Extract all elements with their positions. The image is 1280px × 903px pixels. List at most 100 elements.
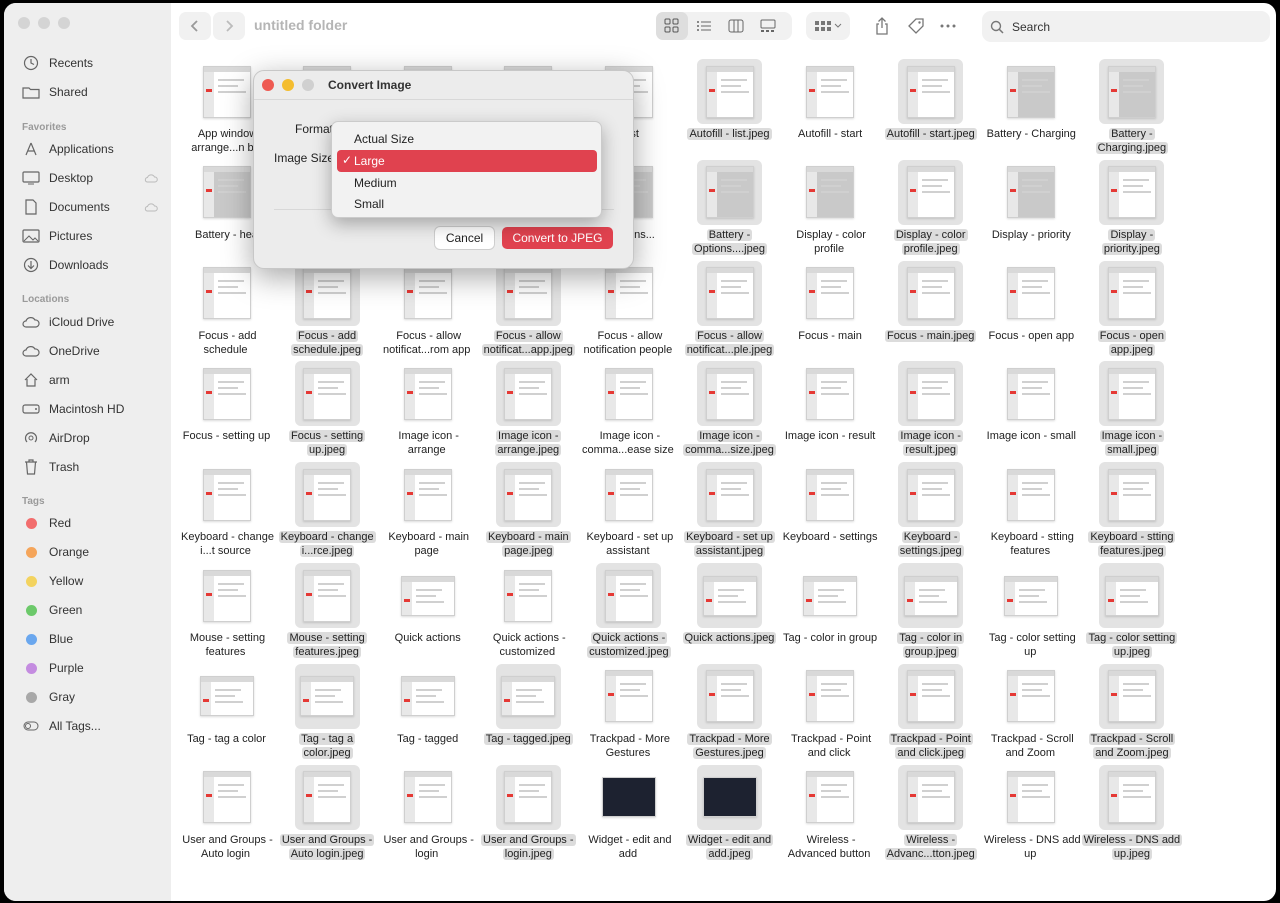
file-item[interactable]: Focus - allow notification people (578, 257, 679, 358)
file-item[interactable]: Keyboard - set up assistant (578, 458, 679, 559)
file-item[interactable]: User and Groups - login (377, 761, 478, 862)
sidebar-item-desktop[interactable]: Desktop (22, 166, 162, 190)
group-by-button[interactable] (806, 12, 850, 40)
sidebar-item-downloads[interactable]: Downloads (22, 253, 162, 277)
file-item[interactable]: Display - priority.jpeg (1081, 156, 1182, 257)
file-item[interactable]: Tag - tagged.jpeg (478, 660, 579, 761)
menu-item-medium[interactable]: Medium (337, 172, 597, 194)
file-item[interactable]: Keyboard - change i...t source (176, 458, 277, 559)
sidebar-tag-yellow[interactable]: Yellow (22, 569, 162, 593)
file-item[interactable]: Focus - open app (981, 257, 1082, 358)
file-item[interactable]: Wireless - DNS add up (981, 761, 1082, 862)
file-item[interactable]: Keyboard - settings.jpeg (880, 458, 981, 559)
file-item[interactable]: Wireless - DNS add up.jpeg (1081, 761, 1183, 862)
file-item[interactable]: Quick actions - customized.jpeg (578, 559, 679, 660)
file-item[interactable]: Keyboard - set up assistant.jpeg (679, 458, 780, 559)
sidebar-tag-all-tags[interactable]: All Tags... (22, 714, 162, 738)
file-item[interactable]: Trackpad - Point and click.jpeg (880, 660, 981, 761)
forward-button[interactable] (213, 12, 245, 40)
file-item[interactable]: Focus - allow notificat...rom app (377, 257, 478, 358)
file-item[interactable]: Trackpad - Scroll and Zoom (981, 660, 1082, 761)
file-item[interactable]: User and Groups - login.jpeg (478, 761, 579, 862)
minimize-window-button[interactable] (38, 17, 50, 29)
sidebar-item-recents[interactable]: Recents (22, 51, 162, 75)
file-item[interactable]: Keyboard - main page (377, 458, 478, 559)
file-item[interactable]: Tag - tagged (377, 660, 478, 761)
file-item[interactable]: Focus - setting up.jpeg (277, 357, 378, 458)
sidebar-tag-gray[interactable]: Gray (22, 685, 162, 709)
file-item[interactable]: Image icon - small (981, 357, 1082, 458)
search-field[interactable]: Search (982, 11, 1270, 42)
column-view-button[interactable] (720, 12, 752, 40)
sidebar-item-trash[interactable]: Trash (22, 455, 162, 479)
back-button[interactable] (179, 12, 211, 40)
file-item[interactable]: Image icon - comma...ease size (578, 357, 679, 458)
file-item[interactable]: Trackpad - More Gestures (578, 660, 679, 761)
file-item[interactable]: Battery - Charging.jpeg (1081, 55, 1182, 156)
list-view-button[interactable] (688, 12, 720, 40)
dialog-zoom-button[interactable] (302, 79, 314, 91)
more-actions-button[interactable] (932, 12, 964, 40)
file-item[interactable]: Battery - Options....jpeg (679, 156, 780, 257)
file-item[interactable]: Keyboard - stting features.jpeg (1081, 458, 1182, 559)
dialog-close-button[interactable] (262, 79, 274, 91)
dialog-minimize-button[interactable] (282, 79, 294, 91)
sidebar-item-pictures[interactable]: Pictures (22, 224, 162, 248)
file-item[interactable]: Image icon - comma...size.jpeg (679, 357, 780, 458)
file-item[interactable]: Focus - allow notificat...ple.jpeg (679, 257, 780, 358)
sidebar-item-onedrive[interactable]: OneDrive (22, 339, 162, 363)
file-item[interactable]: Widget - edit and add.jpeg (679, 761, 780, 862)
file-item[interactable]: Focus - setting up (176, 357, 277, 458)
file-item[interactable]: Autofill - start.jpeg (880, 55, 981, 156)
sidebar-tag-blue[interactable]: Blue (22, 627, 162, 651)
file-item[interactable]: Trackpad - More Gestures.jpeg (679, 660, 780, 761)
file-item[interactable]: Tag - tag a color (176, 660, 277, 761)
file-item[interactable]: Tag - color setting up.jpeg (1081, 559, 1182, 660)
file-item[interactable]: Image icon - result.jpeg (880, 357, 981, 458)
file-item[interactable]: Image icon - arrange.jpeg (478, 357, 579, 458)
file-item[interactable]: User and Groups - Auto login (176, 761, 277, 862)
sidebar-tag-orange[interactable]: Orange (22, 540, 162, 564)
file-item[interactable]: Widget - edit and add (578, 761, 679, 862)
file-item[interactable]: Display - color profile.jpeg (880, 156, 981, 257)
file-item[interactable]: Trackpad - Scroll and Zoom.jpeg (1081, 660, 1182, 761)
file-item[interactable]: Quick actions - customized (478, 559, 579, 660)
sidebar-item-airdrop[interactable]: AirDrop (22, 426, 162, 450)
file-item[interactable]: Keyboard - main page.jpeg (478, 458, 579, 559)
sidebar-tag-green[interactable]: Green (22, 598, 162, 622)
file-item[interactable]: Keyboard - stting features (981, 458, 1082, 559)
file-item[interactable]: Focus - allow notificat...app.jpeg (478, 257, 579, 358)
file-item[interactable]: Display - color profile (780, 156, 881, 257)
close-window-button[interactable] (18, 17, 30, 29)
file-item[interactable]: Quick actions (377, 559, 478, 660)
file-item[interactable]: Focus - main.jpeg (880, 257, 981, 358)
convert-button[interactable]: Convert to JPEG (502, 227, 613, 249)
file-item[interactable]: Autofill - start (780, 55, 881, 156)
file-item[interactable]: Image icon - result (780, 357, 881, 458)
file-item[interactable]: Tag - color setting up (981, 559, 1082, 660)
file-item[interactable]: Tag - color in group.jpeg (880, 559, 981, 660)
sidebar-item-documents[interactable]: Documents (22, 195, 162, 219)
file-item[interactable]: Wireless - Advanced button (780, 761, 881, 862)
file-item[interactable]: Mouse - setting features (176, 559, 277, 660)
file-item[interactable]: User and Groups - Auto login.jpeg (277, 761, 378, 862)
sidebar-item-icloud-drive[interactable]: iCloud Drive (22, 310, 162, 334)
menu-item-large[interactable]: ✓ Large (337, 150, 597, 172)
file-item[interactable]: Trackpad - Point and click (780, 660, 881, 761)
file-item[interactable]: Wireless - Advanc...tton.jpeg (880, 761, 981, 862)
file-item[interactable]: Keyboard - change i...rce.jpeg (277, 458, 378, 559)
cancel-button[interactable]: Cancel (435, 227, 494, 249)
sidebar-item-macintosh-hd[interactable]: Macintosh HD (22, 397, 162, 421)
file-item[interactable]: Focus - main (780, 257, 881, 358)
sidebar-item-arm[interactable]: arm (22, 368, 162, 392)
zoom-window-button[interactable] (58, 17, 70, 29)
file-item[interactable]: Focus - add schedule (176, 257, 277, 358)
file-item[interactable]: Keyboard - settings (780, 458, 881, 559)
sidebar-tag-red[interactable]: Red (22, 511, 162, 535)
file-item[interactable]: Display - priority (981, 156, 1082, 257)
share-button[interactable] (866, 12, 898, 40)
menu-item-actual-size[interactable]: Actual Size (337, 128, 597, 150)
file-item[interactable]: Battery - Charging (981, 55, 1082, 156)
sidebar-item-shared[interactable]: Shared (22, 80, 162, 104)
tag-button[interactable] (900, 12, 932, 40)
